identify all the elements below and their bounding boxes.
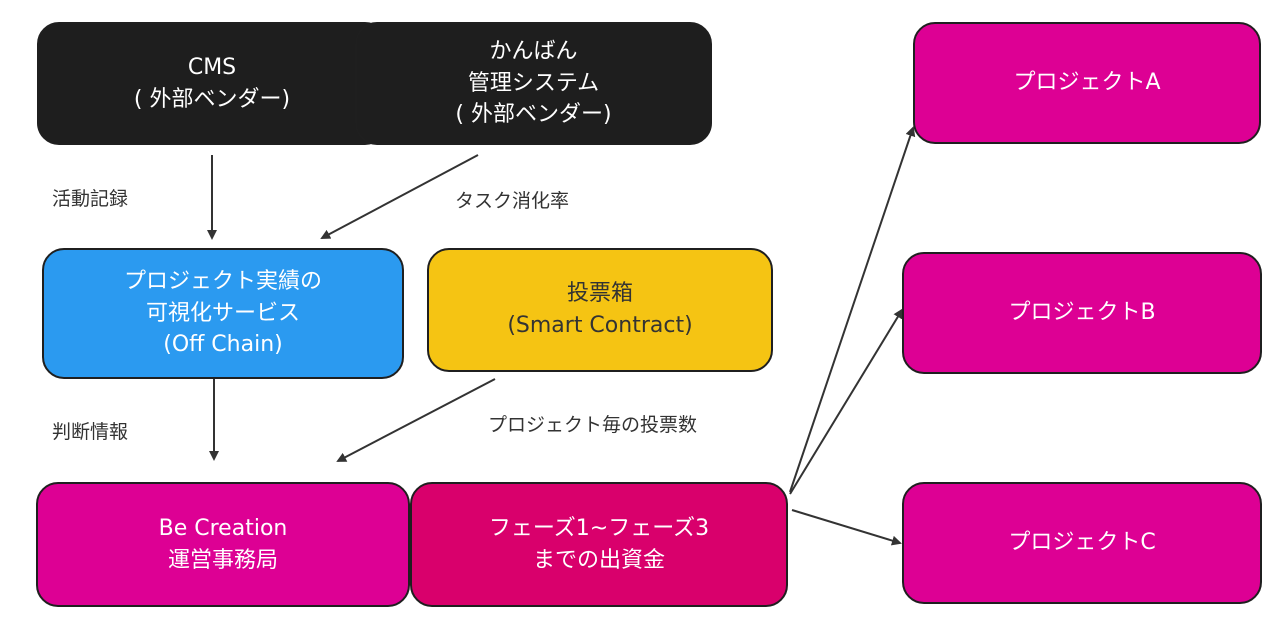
node-kanban-line1: かんばん (489, 38, 578, 64)
node-funding-line2: までの出資金 (532, 547, 665, 573)
node-project-a: プロジェクトA (913, 22, 1261, 144)
edge-label-task-rate: タスク消化率 (455, 190, 570, 212)
edge-funding-to-project-a (789, 126, 916, 493)
node-be-creation: Be Creation 運営事務局 (36, 482, 410, 607)
node-project-b: プロジェクトB (902, 252, 1262, 374)
node-kanban-line2: 管理システム (467, 70, 600, 96)
node-cms-line1: CMS (187, 54, 237, 80)
node-funding: フェーズ1~フェーズ3 までの出資金 (410, 482, 788, 607)
edge-label-decision-info: 判断情報 (52, 421, 129, 443)
node-cms-line2: ( 外部ベンダー) (133, 86, 291, 112)
node-visualization-service: プロジェクト実績の 可視化サービス (Off Chain) (42, 248, 404, 379)
node-ballot-box-line1: 投票箱 (566, 281, 633, 307)
node-project-a-label: プロジェクトA (1013, 70, 1161, 96)
node-kanban-line3: ( 外部ベンダー) (455, 102, 612, 128)
node-visualization-line2: 可視化サービス (145, 300, 300, 326)
node-be-creation-line1: Be Creation (158, 515, 288, 541)
node-visualization-line3: (Off Chain) (163, 332, 283, 358)
node-be-creation-line2: 運営事務局 (167, 547, 278, 573)
node-project-c-label: プロジェクトC (1008, 530, 1156, 556)
node-funding-line1: フェーズ1~フェーズ3 (488, 515, 710, 541)
edge-label-activity-log: 活動記録 (52, 188, 129, 210)
node-ballot-box-line2: (Smart Contract) (507, 313, 693, 338)
node-visualization-line1: プロジェクト実績の (123, 268, 322, 294)
node-ballot-box: 投票箱 (Smart Contract) (427, 248, 773, 372)
edge-funding-to-project-c (791, 509, 902, 546)
node-kanban: かんばん 管理システム ( 外部ベンダー) (355, 22, 712, 145)
node-cms: CMS ( 外部ベンダー) (37, 22, 387, 145)
edge-funding-to-project-b (789, 308, 904, 495)
node-project-b-label: プロジェクトB (1008, 300, 1156, 326)
node-project-c: プロジェクトC (902, 482, 1262, 604)
edge-ballot-to-becreation (336, 378, 496, 462)
edge-label-votes-per-project: プロジェクト毎の投票数 (488, 414, 698, 436)
